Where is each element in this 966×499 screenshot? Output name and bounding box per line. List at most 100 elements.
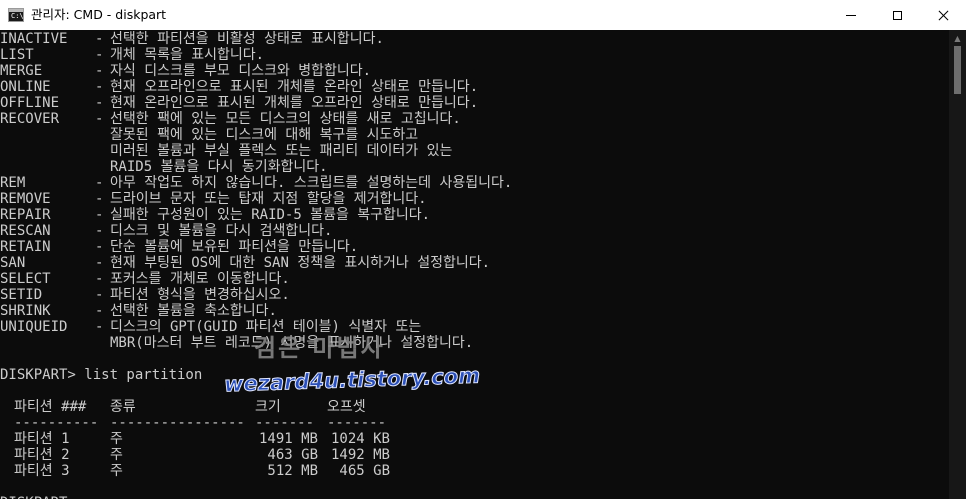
command-description: 현재 부팅된 OS에 대한 SAN 정책을 표시하거나 설정합니다. bbox=[110, 255, 491, 271]
dash-separator: - bbox=[95, 175, 104, 191]
final-prompt: DISKPART> bbox=[0, 495, 76, 499]
help-line: UNIQUEID - 디스크의 GPT(GUID 파티션 테이블) 식별자 또는 bbox=[0, 319, 949, 335]
table-header-cell: 파티션 ### bbox=[14, 399, 87, 415]
dash-separator: - bbox=[95, 111, 104, 127]
table-cell: 465 GB bbox=[339, 463, 390, 479]
command-name: RESCAN bbox=[0, 223, 51, 239]
command-name: UNIQUEID bbox=[0, 319, 68, 335]
dash-separator: - bbox=[95, 271, 104, 287]
help-line: RETAIN - 단순 볼륨에 보유된 파티션을 만듭니다. bbox=[0, 239, 949, 255]
minimize-icon bbox=[846, 14, 856, 16]
help-line: RAID5 볼륨을 다시 동기화합니다. bbox=[0, 159, 949, 175]
prompt-line: DISKPART> list partition bbox=[0, 367, 949, 383]
command-description: MBR(마스터 부트 레코드) 서명을 표시하거나 설정합니다. bbox=[110, 335, 474, 351]
command-name: REMOVE bbox=[0, 191, 51, 207]
command-name: INACTIVE bbox=[0, 31, 68, 47]
command-description: 포커스를 개체로 이동합니다. bbox=[110, 271, 290, 287]
table-row: 파티션 3 주 512 MB 465 GB bbox=[0, 463, 949, 479]
console-output[interactable]: INACTIVE - 선택한 파티션을 비활성 상태로 표시합니다. LIST - 개체 … bbox=[0, 30, 949, 499]
dash-separator: - bbox=[95, 207, 104, 223]
table-cell: 463 GB bbox=[267, 447, 318, 463]
command-name: MERGE bbox=[0, 63, 43, 79]
dash-separator: - bbox=[95, 31, 104, 47]
table-cell: 1492 MB bbox=[330, 447, 390, 463]
minimize-button[interactable] bbox=[828, 0, 874, 30]
command-name: RECOVER bbox=[0, 111, 60, 127]
table-cell: 파티션 1 bbox=[14, 431, 70, 447]
table-cell: 512 MB bbox=[267, 463, 318, 479]
table-header-cell: 오프셋 bbox=[327, 399, 366, 415]
dash-separator: - bbox=[95, 191, 104, 207]
prompt-command: DISKPART> list partition bbox=[0, 367, 203, 383]
help-line: 미러된 볼륨과 부실 플렉스 또는 패리티 데이터가 있는 bbox=[0, 143, 949, 159]
table-separator: ------- bbox=[327, 415, 387, 431]
command-description: 드라이브 문자 또는 탑재 지점 할당을 제거합니다. bbox=[110, 191, 427, 207]
table-cell: 파티션 3 bbox=[14, 463, 70, 479]
command-name: SAN bbox=[0, 255, 26, 271]
vertical-scrollbar[interactable]: ▲ bbox=[949, 30, 966, 499]
close-icon bbox=[938, 10, 949, 21]
scroll-up-arrow-icon[interactable]: ▲ bbox=[949, 30, 966, 47]
close-button[interactable] bbox=[920, 0, 966, 30]
scrollbar-thumb[interactable] bbox=[954, 46, 961, 94]
command-name: REPAIR bbox=[0, 207, 51, 223]
command-name: SETID bbox=[0, 287, 43, 303]
command-description: 자식 디스크를 부모 디스크와 병합합니다. bbox=[110, 63, 372, 79]
table-header-cell: 크기 bbox=[255, 399, 281, 415]
help-line: OFFLINE - 현재 온라인으로 표시된 개체를 오프라인 상태로 만듭니다. bbox=[0, 95, 949, 111]
table-separator: ---------- bbox=[14, 415, 99, 431]
table-cell: 주 bbox=[110, 447, 123, 463]
command-name: REM bbox=[0, 175, 26, 191]
command-description: 현재 온라인으로 표시된 개체를 오프라인 상태로 만듭니다. bbox=[110, 95, 479, 111]
table-row: 파티션 1 주 1491 MB 1024 KB bbox=[0, 431, 949, 447]
dash-separator: - bbox=[95, 303, 104, 319]
table-cell: 파티션 2 bbox=[14, 447, 70, 463]
cmd-window: C:\ 관리자: CMD - diskpart INACTIVE - 선택한 파티션… bbox=[0, 0, 966, 499]
command-description: 선택한 볼륨을 축소합니다. bbox=[110, 303, 277, 319]
help-line: ONLINE - 현재 오프라인으로 표시된 개체를 온라인 상태로 만듭니다. bbox=[0, 79, 949, 95]
window-title: 관리자: CMD - diskpart bbox=[31, 7, 167, 22]
help-line: REPAIR - 실패한 구성원이 있는 RAID-5 볼륨을 복구합니다. bbox=[0, 207, 949, 223]
command-description: 선택한 파티션을 비활성 상태로 표시합니다. bbox=[110, 31, 384, 47]
help-line: REMOVE - 드라이브 문자 또는 탑재 지점 할당을 제거합니다. bbox=[0, 191, 949, 207]
dash-separator: - bbox=[95, 319, 104, 335]
help-line: LIST - 개체 목록을 표시합니다. bbox=[0, 47, 949, 63]
table-row: 파티션 2 주 463 GB 1492 MB bbox=[0, 447, 949, 463]
help-line: RECOVER - 선택한 팩에 있는 모든 디스크의 상태를 새로 고칩니다. bbox=[0, 111, 949, 127]
table-separator: ---------------- bbox=[110, 415, 245, 431]
command-description: 실패한 구성원이 있는 RAID-5 볼륨을 복구합니다. bbox=[110, 207, 431, 223]
table-header-cell: 종류 bbox=[110, 399, 136, 415]
table-separator: ------- bbox=[255, 415, 315, 431]
help-line: MERGE - 자식 디스크를 부모 디스크와 병합합니다. bbox=[0, 63, 949, 79]
table-cell: 주 bbox=[110, 463, 123, 479]
help-line: SAN - 현재 부팅된 OS에 대한 SAN 정책을 표시하거나 설정합니다. bbox=[0, 255, 949, 271]
command-description: 선택한 팩에 있는 모든 디스크의 상태를 새로 고칩니다. bbox=[110, 111, 461, 127]
help-line: 잘못된 팩에 있는 디스크에 대해 복구를 시도하고 bbox=[0, 127, 949, 143]
dash-separator: - bbox=[95, 239, 104, 255]
table-header-row: 파티션 ### 종류 크기 오프셋 bbox=[0, 399, 949, 415]
dash-separator: - bbox=[95, 223, 104, 239]
table-cell: 주 bbox=[110, 431, 123, 447]
maximize-button[interactable] bbox=[874, 0, 920, 30]
command-description: 파티션 형식을 변경하십시오. bbox=[110, 287, 290, 303]
dash-separator: - bbox=[95, 63, 104, 79]
table-cell: 1491 MB bbox=[258, 431, 318, 447]
table-separator-row: ---------- ---------------- ------- ------- bbox=[0, 415, 949, 431]
dash-separator: - bbox=[95, 47, 104, 63]
table-cell: 1024 KB bbox=[330, 431, 390, 447]
command-name: SELECT bbox=[0, 271, 51, 287]
command-name: LIST bbox=[0, 47, 34, 63]
command-name: RETAIN bbox=[0, 239, 51, 255]
help-line: MBR(마스터 부트 레코드) 서명을 표시하거나 설정합니다. bbox=[0, 335, 949, 351]
command-description: 현재 오프라인으로 표시된 개체를 온라인 상태로 만듭니다. bbox=[110, 79, 479, 95]
help-line: SETID - 파티션 형식을 변경하십시오. bbox=[0, 287, 949, 303]
dash-separator: - bbox=[95, 95, 104, 111]
command-name: SHRINK bbox=[0, 303, 51, 319]
dash-separator: - bbox=[95, 255, 104, 271]
command-description: 미러된 볼륨과 부실 플렉스 또는 패리티 데이터가 있는 bbox=[110, 143, 453, 159]
command-description: 잘못된 팩에 있는 디스크에 대해 복구를 시도하고 bbox=[110, 127, 419, 143]
title-bar[interactable]: C:\ 관리자: CMD - diskpart bbox=[0, 0, 966, 30]
cmd-terminal-icon[interactable]: C:\ bbox=[8, 8, 24, 22]
final-prompt-line: DISKPART> bbox=[0, 495, 949, 499]
dash-separator: - bbox=[95, 79, 104, 95]
